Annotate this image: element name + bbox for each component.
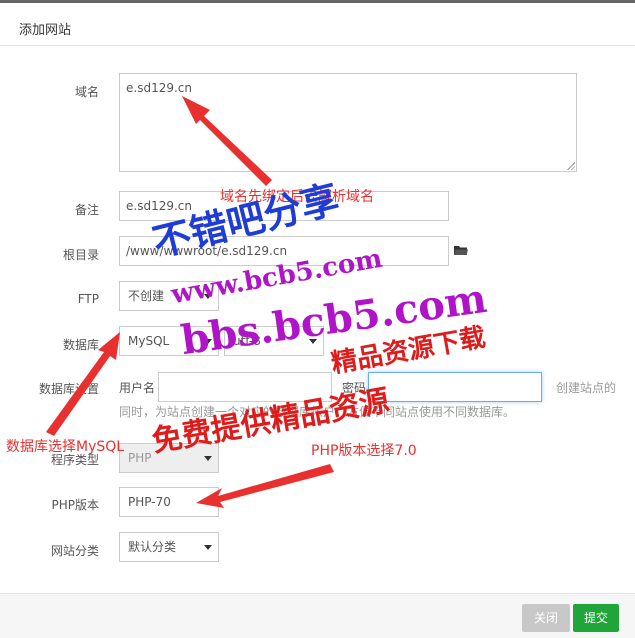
site-category-label: 网站分类 — [50, 544, 99, 558]
folder-icon[interactable] — [454, 245, 468, 256]
resize-grip-icon[interactable] — [567, 162, 575, 170]
annotation-database-note: 数据库选择MySQL — [6, 439, 125, 455]
db-password-input[interactable] — [368, 372, 542, 402]
dialog-title: 添加网站 — [19, 23, 72, 38]
close-button[interactable]: 关闭 — [522, 604, 570, 632]
annotation-php-note: PHP版本选择7.0 — [311, 443, 417, 459]
db-hint-right: 创建站点的 — [556, 381, 617, 395]
site-category-value: 默认分类 — [128, 540, 177, 554]
dialog-header: 添加网站 — [0, 6, 635, 46]
db-username-label: 用户名 — [119, 381, 156, 395]
domain-value: e.sd129.cn — [126, 81, 192, 95]
root-label: 根目录 — [62, 248, 99, 262]
database-value: MySQL — [128, 334, 170, 348]
domain-textarea[interactable]: e.sd129.cn — [119, 73, 577, 172]
php-version-label: PHP版本 — [51, 498, 100, 512]
remark-label: 备注 — [74, 203, 99, 217]
submit-button[interactable]: 提交 — [573, 604, 619, 632]
ftp-value: 不创建 — [128, 289, 165, 303]
chevron-down-icon — [204, 456, 212, 461]
program-type-value: PHP — [128, 451, 152, 465]
dialog-footer: 关闭 提交 — [0, 593, 635, 638]
database-label: 数据库 — [62, 338, 99, 352]
db-settings-label: 数据库设置 — [38, 382, 99, 396]
php-version-value: PHP-70 — [128, 495, 171, 509]
php-version-select[interactable]: PHP-70 — [119, 487, 219, 517]
chevron-down-icon — [204, 545, 212, 550]
ftp-label: FTP — [77, 292, 99, 306]
site-category-select[interactable]: 默认分类 — [119, 532, 219, 562]
domain-label: 域名 — [74, 85, 99, 99]
